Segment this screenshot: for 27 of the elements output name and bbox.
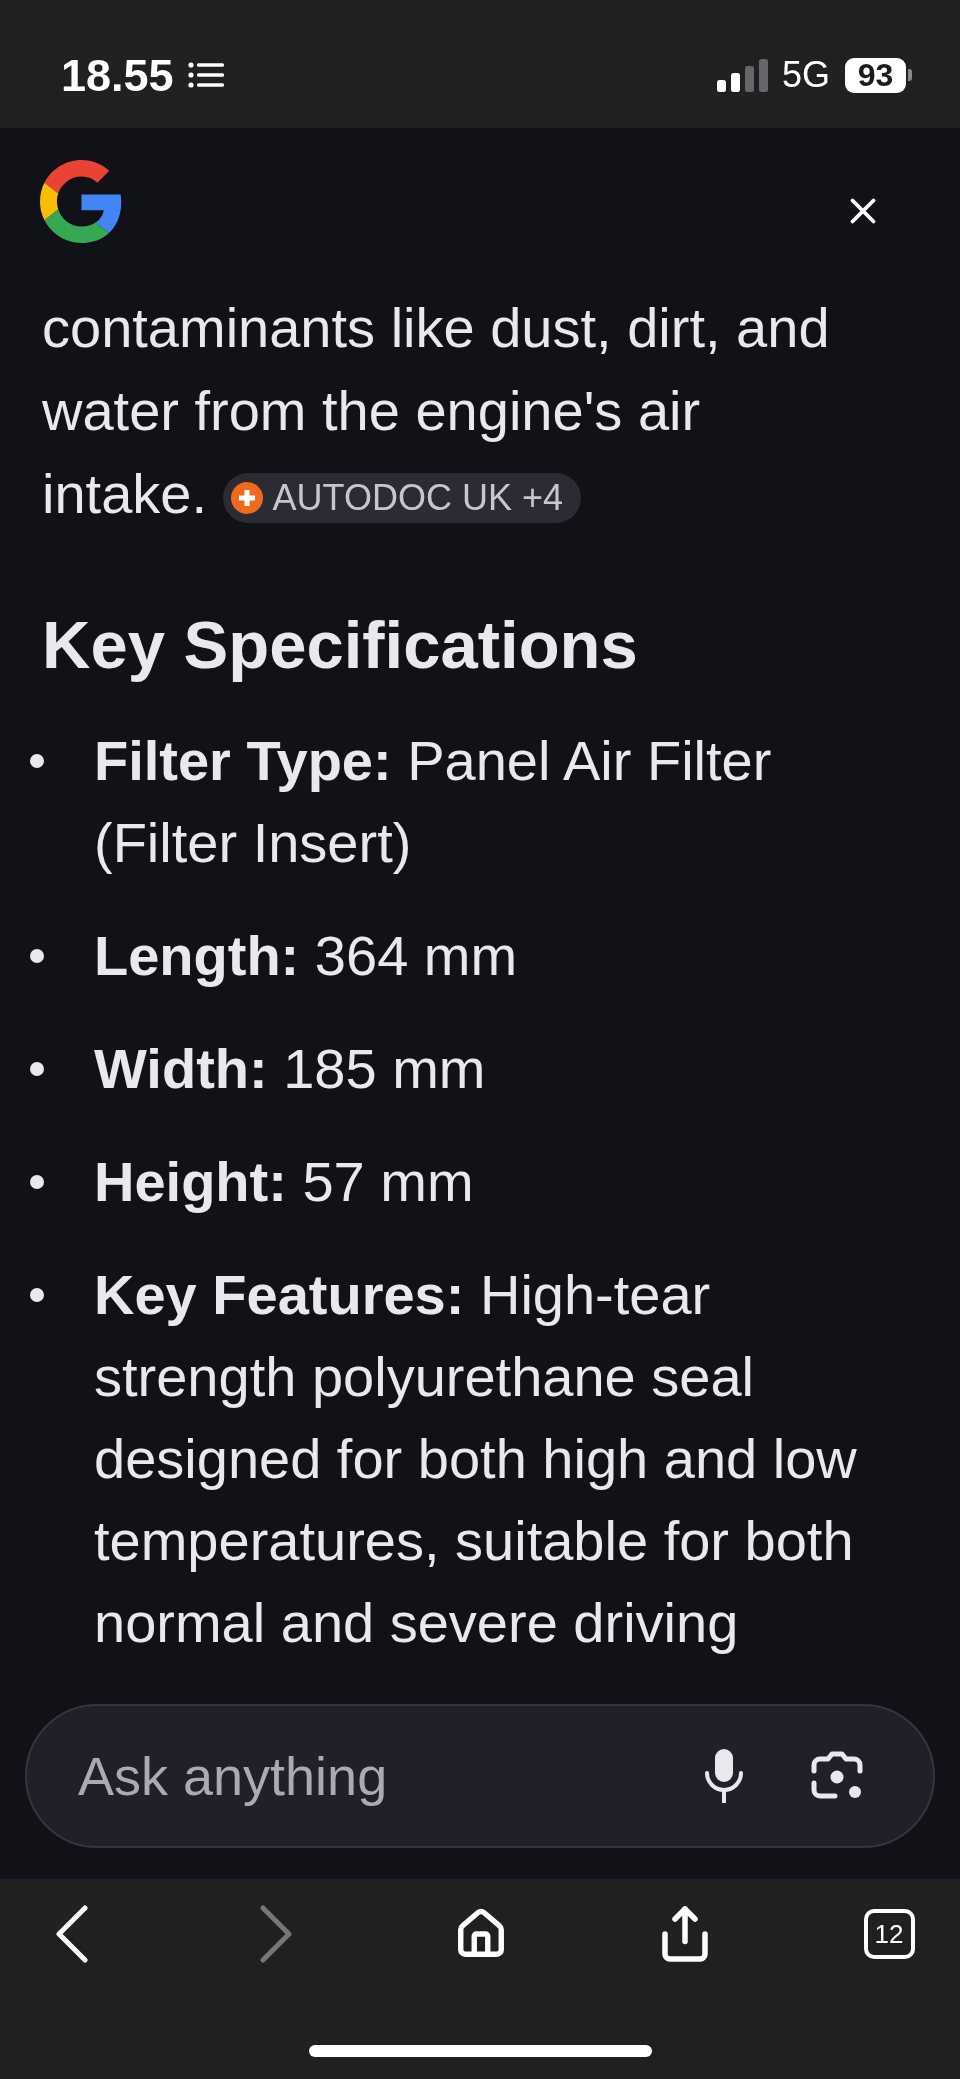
spec-item: Length: 364 mm — [94, 923, 519, 989]
battery-indicator: 93 — [845, 57, 912, 93]
spec-item: Filter Type: Panel Air Filter (Filter Insert) — [94, 728, 773, 876]
answer-paragraph: contaminants like dust, dirt, and water from the engine's air intake. AUTODOC UK +4 — [42, 295, 831, 527]
tabs-button[interactable]: 12 — [863, 1909, 915, 1959]
bullet-icon — [30, 1062, 44, 1076]
plus-circle-icon — [230, 482, 263, 515]
spec-item: Height: 57 mm — [94, 1149, 475, 1215]
network-type: 5G — [781, 57, 830, 93]
signal-icon — [716, 58, 768, 92]
spec-item: Width: 185 mm — [94, 1036, 487, 1102]
bullet-icon — [30, 1288, 44, 1302]
bullet-icon — [30, 1175, 44, 1189]
list-icon — [187, 61, 224, 89]
bullet-icon — [30, 754, 44, 768]
section-heading: Key Specifications — [42, 606, 638, 684]
search-input[interactable]: Ask anything — [78, 1741, 696, 1811]
clock-time: 18.55 — [61, 52, 174, 98]
camera-icon — [811, 1751, 863, 1801]
search-field[interactable]: Ask anything — [25, 1704, 935, 1848]
chevron-right-icon — [258, 1905, 295, 1963]
spec-item: Key Features: High-tear strength polyurethane seal designed for both high and low temperatures, suitable for both normal and severe driving — [94, 1262, 858, 1656]
bullet-icon — [30, 949, 44, 963]
g-logo-icon — [40, 160, 123, 243]
microphone-icon — [704, 1749, 744, 1803]
source-chip[interactable]: AUTODOC UK +4 — [222, 473, 581, 524]
chevron-left-icon — [54, 1905, 90, 1963]
